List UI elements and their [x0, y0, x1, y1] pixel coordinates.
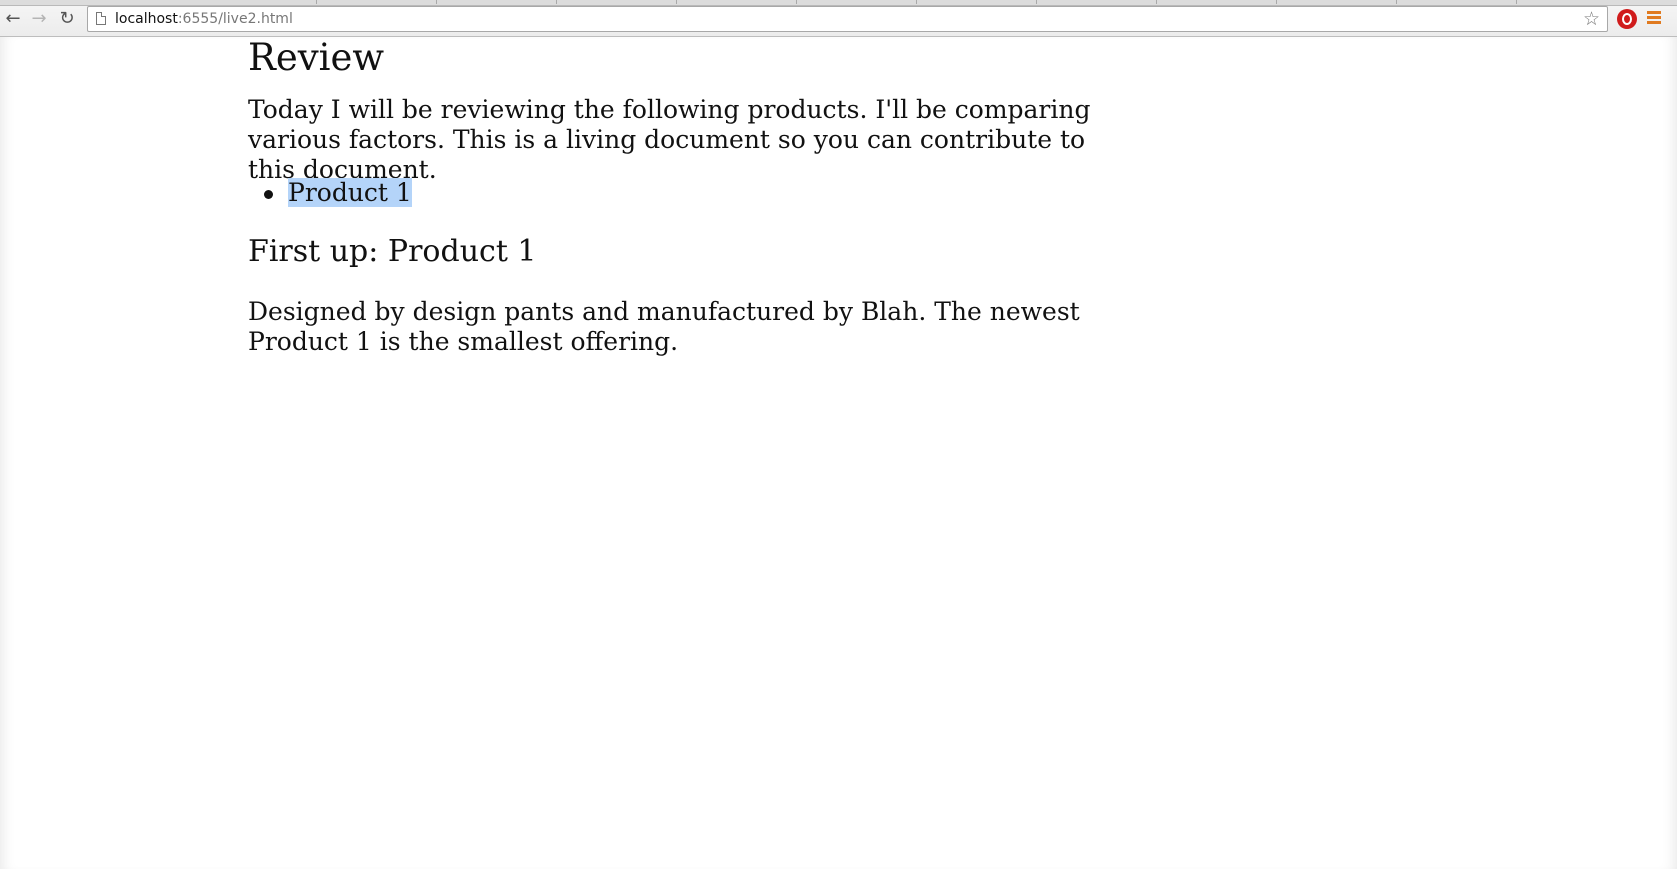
- reload-icon: ↻: [59, 8, 75, 29]
- tab-divider: [316, 0, 317, 4]
- bullet-icon: [264, 190, 273, 199]
- forward-button[interactable]: →: [29, 9, 49, 29]
- url-path: :6555/live2.html: [177, 11, 293, 27]
- menu-bar: [1647, 11, 1661, 14]
- tab-divider: [1036, 0, 1037, 4]
- product-list: Product 1: [248, 178, 412, 208]
- page-title: Review: [248, 36, 385, 79]
- extension-button[interactable]: [1617, 9, 1637, 29]
- page-icon: [96, 12, 106, 25]
- menu-bar: [1647, 21, 1661, 24]
- intro-paragraph: Today I will be reviewing the following …: [248, 95, 1091, 184]
- tab-divider: [1276, 0, 1277, 4]
- tab-divider: [1396, 0, 1397, 4]
- section-heading: First up: Product 1: [248, 234, 537, 269]
- address-bar[interactable]: localhost:6555/live2.html ☆: [87, 6, 1608, 32]
- tab-divider: [916, 0, 917, 4]
- back-button[interactable]: ←: [3, 9, 23, 29]
- browser-toolbar: ← → ↻ localhost:6555/live2.html ☆: [0, 0, 1677, 37]
- tab-divider: [796, 0, 797, 4]
- tab-divider: [676, 0, 677, 4]
- hamburger-menu-icon[interactable]: [1647, 11, 1661, 25]
- tab-divider: [1156, 0, 1157, 4]
- arrow-left-icon: ←: [5, 8, 21, 29]
- star-icon: ☆: [1582, 8, 1600, 30]
- list-item: Product 1: [248, 178, 412, 208]
- page-viewport: Review Today I will be reviewing the fol…: [0, 37, 1677, 869]
- arrow-right-icon: →: [31, 8, 47, 29]
- tab-divider: [436, 0, 437, 4]
- tab-divider: [556, 0, 557, 4]
- bookmark-button[interactable]: ☆: [1583, 8, 1600, 30]
- section-paragraph: Designed by design pants and manufacture…: [248, 297, 1080, 356]
- menu-bar: [1647, 16, 1661, 19]
- url-host: localhost: [115, 11, 178, 27]
- reload-button[interactable]: ↻: [57, 9, 77, 29]
- url-text[interactable]: localhost:6555/live2.html: [115, 10, 293, 28]
- tab-divider: [1516, 0, 1517, 4]
- product-link[interactable]: Product 1: [288, 178, 412, 207]
